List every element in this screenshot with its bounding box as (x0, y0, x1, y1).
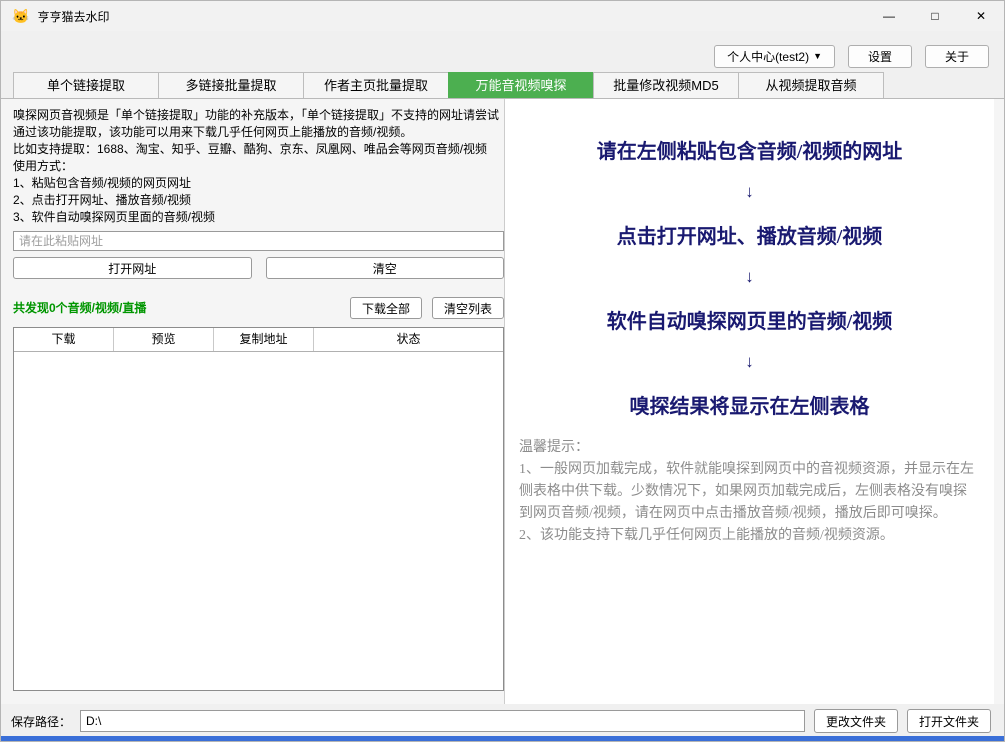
down-arrow-icon: ↓ (505, 352, 994, 372)
topbar: 个人中心(test2) ▼ 设置 关于 (714, 45, 989, 68)
minimize-button[interactable]: — (866, 1, 912, 31)
usage-step: 1、粘贴包含音频/视频的网页网址 (13, 175, 504, 192)
app-window: 🐱 亨亨猫去水印 — □ ✕ 个人中心(test2) ▼ 设置 关于 单个链接提… (0, 0, 1005, 742)
main-content: 嗅探网页音视频是「单个链接提取」功能的补充版本，「单个链接提取」不支持的网址请尝… (1, 98, 1005, 704)
right-panel: 请在左侧粘贴包含音频/视频的网址 ↓ 点击打开网址、播放音频/视频 ↓ 软件自动… (504, 99, 994, 705)
usage-title: 使用方式： (13, 158, 504, 175)
clear-url-button[interactable]: 清空 (266, 257, 505, 279)
tab-universal-media-sniffer[interactable]: 万能音视频嗅探 (448, 72, 594, 99)
save-path-input[interactable] (80, 710, 805, 732)
window-title: 亨亨猫去水印 (37, 8, 109, 25)
chevron-down-icon: ▼ (813, 52, 822, 61)
step-text: 嗅探结果将显示在左侧表格 (525, 390, 974, 419)
account-center-label: 个人中心(test2) (727, 48, 809, 65)
about-button[interactable]: 关于 (925, 45, 989, 68)
down-arrow-icon: ↓ (505, 182, 994, 202)
column-header-copy-address: 复制地址 (214, 328, 314, 351)
bottom-bar: 保存路径： 更改文件夹 打开文件夹 (1, 704, 1005, 738)
tab-multi-link-batch-extract[interactable]: 多链接批量提取 (158, 72, 304, 99)
left-panel: 嗅探网页音视频是「单个链接提取」功能的补充版本，「单个链接提取」不支持的网址请尝… (13, 107, 504, 691)
maximize-button[interactable]: □ (912, 1, 958, 31)
clear-list-button[interactable]: 清空列表 (432, 297, 504, 319)
usage-step: 2、点击打开网址、播放音频/视频 (13, 192, 504, 209)
titlebar: 🐱 亨亨猫去水印 — □ ✕ (1, 1, 1004, 31)
column-header-status: 状态 (314, 328, 503, 351)
found-count-text: 共发现0个音频/视频/直播 (13, 300, 146, 317)
download-all-button[interactable]: 下载全部 (350, 297, 422, 319)
save-path-label: 保存路径： (11, 713, 71, 730)
change-folder-button[interactable]: 更改文件夹 (814, 709, 898, 733)
step-text: 点击打开网址、播放音频/视频 (525, 220, 974, 249)
tab-author-page-batch-extract[interactable]: 作者主页批量提取 (303, 72, 449, 99)
open-folder-button[interactable]: 打开文件夹 (907, 709, 991, 733)
results-table: 下载 预览 复制地址 状态 (13, 327, 504, 691)
tab-batch-modify-video-md5[interactable]: 批量修改视频MD5 (593, 72, 739, 99)
account-center-button[interactable]: 个人中心(test2) ▼ (714, 45, 835, 68)
window-controls: — □ ✕ (866, 1, 1004, 31)
instruction-steps: 请在左侧粘贴包含音频/视频的网址 ↓ 点击打开网址、播放音频/视频 ↓ 软件自动… (505, 99, 994, 419)
down-arrow-icon: ↓ (505, 267, 994, 287)
close-button[interactable]: ✕ (958, 1, 1004, 31)
url-actions: 打开网址 清空 (13, 257, 504, 279)
settings-button[interactable]: 设置 (848, 45, 912, 68)
tips-section: 温馨提示： 1、一般网页加载完成，软件就能嗅探到网页中的音视频资源，并显示在左侧… (505, 437, 994, 547)
results-table-header: 下载 预览 复制地址 状态 (14, 328, 503, 352)
bottom-accent-bar (1, 736, 1004, 741)
usage-step: 3、软件自动嗅探网页里面的音频/视频 (13, 209, 504, 226)
column-header-preview: 预览 (114, 328, 214, 351)
step-text: 请在左侧粘贴包含音频/视频的网址 (525, 135, 974, 164)
tab-bar: 单个链接提取 多链接批量提取 作者主页批量提取 万能音视频嗅探 批量修改视频MD… (13, 72, 884, 99)
intro-text: 嗅探网页音视频是「单个链接提取」功能的补充版本，「单个链接提取」不支持的网址请尝… (13, 107, 504, 141)
tip-text: 1、一般网页加载完成，软件就能嗅探到网页中的音视频资源，并显示在左侧表格中供下载… (519, 459, 980, 525)
supported-sites-text: 比如支持提取：1688、淘宝、知乎、豆瓣、酷狗、京东、凤凰网、唯品会等网页音频/… (13, 141, 504, 158)
cat-icon: 🐱 (12, 9, 29, 23)
tab-extract-audio-from-video[interactable]: 从视频提取音频 (738, 72, 884, 99)
column-header-download: 下载 (14, 328, 114, 351)
tip-text: 2、该功能支持下载几乎任何网页上能播放的音频/视频资源。 (519, 525, 980, 547)
tips-title: 温馨提示： (519, 437, 980, 459)
step-text: 软件自动嗅探网页里的音频/视频 (525, 305, 974, 334)
tab-single-link-extract[interactable]: 单个链接提取 (13, 72, 159, 99)
open-url-button[interactable]: 打开网址 (13, 257, 252, 279)
results-toolbar: 共发现0个音频/视频/直播 下载全部 清空列表 (13, 297, 504, 319)
url-input[interactable] (13, 231, 504, 251)
